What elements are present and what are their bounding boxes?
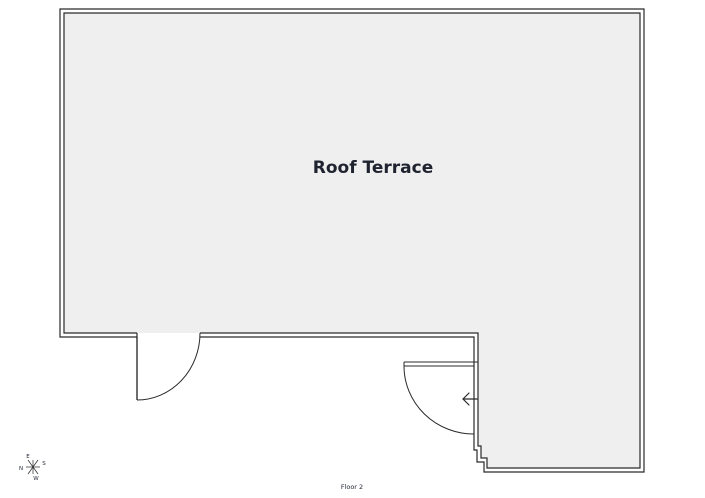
left-door <box>136 332 201 401</box>
roof-terrace-area <box>64 13 640 468</box>
compass-east: E <box>26 454 30 460</box>
entry-arrow-icon <box>462 392 478 406</box>
compass-icon: E N S W <box>19 454 46 482</box>
room-label-roof-terrace: Roof Terrace <box>313 158 433 178</box>
compass-south: S <box>42 461 46 467</box>
floor-label: Floor 2 <box>341 483 363 491</box>
compass-north: N <box>19 466 23 472</box>
floor-plan: Roof Terrace E N S W Floor 2 <box>19 8 645 491</box>
door-swing-icon <box>136 332 201 401</box>
compass-west: W <box>33 476 39 482</box>
right-door <box>403 361 478 435</box>
